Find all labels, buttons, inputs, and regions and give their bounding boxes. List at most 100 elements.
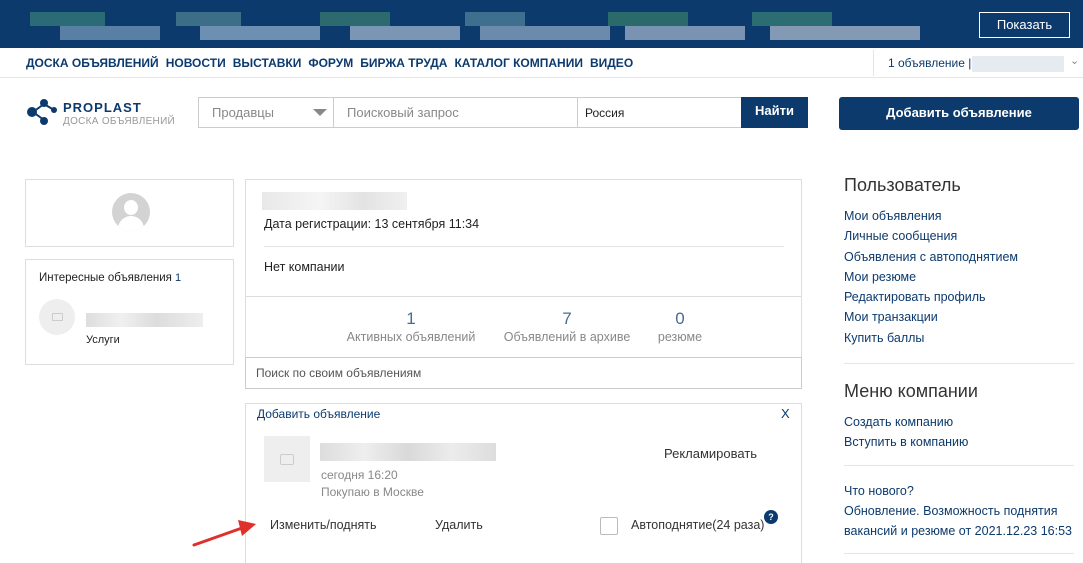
nav-link-video[interactable]: ВИДЕО — [590, 56, 633, 70]
logo-subtitle: ДОСКА ОБЪЯВЛЕНИЙ — [63, 116, 176, 127]
autoraise-checkbox[interactable] — [600, 517, 618, 535]
blurred-ad-content — [320, 12, 390, 26]
create-company-link[interactable]: Создать компанию — [844, 412, 978, 432]
stat-label: Активных объявлений — [346, 330, 476, 344]
buy-points-link[interactable]: Купить баллы — [844, 328, 1018, 348]
avatar[interactable] — [112, 193, 150, 231]
stat-active[interactable]: 1 Активных объявлений — [345, 309, 477, 344]
edit-raise-link[interactable]: Изменить/поднять — [270, 518, 377, 532]
add-ad-button[interactable]: Добавить объявление — [839, 97, 1079, 130]
promote-link[interactable]: Рекламировать — [664, 446, 757, 461]
ad-thumbnail[interactable] — [39, 299, 75, 335]
company-menu-links: Создать компанию Вступить в компанию — [844, 412, 978, 453]
edit-profile-link[interactable]: Редактировать профиль — [844, 287, 1018, 307]
news-block: Что нового? Обновление. Возможность подн… — [844, 481, 1079, 541]
close-button[interactable]: X — [781, 406, 790, 421]
blurred-ad-content — [752, 12, 832, 26]
proplast-logo-icon[interactable] — [26, 96, 58, 128]
join-company-link[interactable]: Вступить в компанию — [844, 432, 978, 452]
blurred-ad-content — [176, 12, 241, 26]
search-button[interactable]: Найти — [741, 97, 808, 128]
ad-date: сегодня 16:20 — [321, 468, 398, 482]
ad-card: Добавить объявление X Рекламировать сего… — [245, 403, 802, 563]
user-ads-count[interactable]: 1 объявление | — [888, 56, 971, 70]
user-menu-title: Пользователь — [844, 175, 961, 195]
own-ads-search-input[interactable]: Поиск по своим объявлениям — [245, 357, 802, 389]
divider — [844, 363, 1074, 364]
nav-divider — [873, 50, 874, 76]
avatar-body — [118, 216, 144, 231]
blurred-username[interactable] — [972, 56, 1064, 72]
nav-link-news[interactable]: НОВОСТИ — [166, 56, 226, 70]
company-menu-title: Меню компании — [844, 381, 978, 401]
user-menu-links: Мои объявления Личные сообщения Объявлен… — [844, 206, 1018, 348]
blurred-ad-content — [608, 12, 688, 26]
blurred-ad-title[interactable] — [320, 443, 496, 461]
divider — [844, 465, 1074, 466]
ad-category: Услуги — [86, 334, 120, 346]
annotation-arrow-icon — [192, 520, 256, 547]
blurred-ad-title[interactable] — [86, 313, 203, 327]
avatar-card — [25, 179, 234, 247]
blurred-ad-content — [465, 12, 525, 26]
messages-link[interactable]: Личные сообщения — [844, 226, 1018, 246]
ad-thumbnail[interactable] — [264, 436, 310, 482]
camera-icon — [52, 313, 63, 321]
search-category-select[interactable]: Продавцы — [199, 98, 334, 127]
stat-value: 0 — [675, 309, 685, 328]
autoraise-ads-link[interactable]: Объявления с автоподнятием — [844, 247, 1018, 267]
nav-link-exhibitions[interactable]: ВЫСТАВКИ — [233, 56, 302, 70]
my-resumes-link[interactable]: Мои резюме — [844, 267, 1018, 287]
ad-location: Покупаю в Москве — [321, 485, 424, 499]
news-title-link[interactable]: Что нового? — [844, 481, 1079, 501]
divider — [264, 246, 784, 247]
blurred-ad-content — [350, 26, 460, 40]
search-bar: Продавцы Поисковый запрос Россия — [198, 97, 806, 128]
profile-card: Дата регистрации: 13 сентября 11:34 Нет … — [245, 179, 802, 296]
blurred-ad-content — [200, 26, 320, 40]
interesting-ads-title[interactable]: Интересные объявления — [39, 272, 172, 284]
delete-link[interactable]: Удалить — [435, 518, 483, 532]
nav-link-board[interactable]: ДОСКА ОБЪЯВЛЕНИЙ — [26, 56, 159, 70]
nav-link-forum[interactable]: ФОРУМ — [308, 56, 353, 70]
main-nav: ДОСКА ОБЪЯВЛЕНИЙ НОВОСТИ ВЫСТАВКИ ФОРУМ … — [0, 48, 1083, 78]
autoraise-label[interactable]: Автоподнятие(24 раза) — [631, 518, 764, 532]
company-status: Нет компании — [264, 260, 345, 274]
stats-card: 1 Активных объявлений 7 Объявлений в арх… — [245, 296, 802, 358]
my-ads-link[interactable]: Мои объявления — [844, 206, 1018, 226]
blurred-ad-content — [770, 26, 920, 40]
company-menu: Меню компании Создать компанию Вступить … — [844, 381, 978, 453]
stat-resumes[interactable]: 0 резюме — [652, 309, 708, 344]
blurred-user-name — [262, 192, 407, 210]
caret-down-icon — [313, 109, 327, 116]
chevron-down-icon[interactable]: ⌄ — [1070, 54, 1079, 67]
stat-label: резюме — [657, 330, 703, 344]
blurred-ad-content — [625, 26, 745, 40]
region-input[interactable]: Россия — [578, 98, 738, 127]
stat-value: 1 — [406, 309, 416, 328]
logo-title[interactable]: PROPLAST — [63, 100, 142, 115]
my-transactions-link[interactable]: Мои транзакции — [844, 307, 1018, 327]
add-ad-link[interactable]: Добавить объявление — [257, 407, 380, 421]
blurred-ad-content — [60, 26, 160, 40]
blurred-ad-content — [480, 26, 610, 40]
user-menu: Пользователь Мои объявления Личные сообщ… — [844, 175, 1018, 348]
help-icon[interactable]: ? — [764, 510, 778, 524]
search-category-value: Продавцы — [212, 105, 275, 120]
stat-label: Объявлений в архиве — [503, 330, 631, 344]
divider — [844, 553, 1074, 554]
top-banner: Показать — [0, 0, 1083, 48]
nav-link-jobs[interactable]: БИРЖА ТРУДА — [360, 56, 447, 70]
interesting-ads-count: 1 — [175, 272, 182, 284]
camera-icon — [280, 454, 294, 465]
stat-value: 7 — [562, 309, 572, 328]
stat-archive[interactable]: 7 Объявлений в архиве — [501, 309, 633, 344]
registration-date: Дата регистрации: 13 сентября 11:34 — [264, 217, 480, 231]
show-button[interactable]: Показать — [979, 12, 1070, 38]
nav-links: ДОСКА ОБЪЯВЛЕНИЙ НОВОСТИ ВЫСТАВКИ ФОРУМ … — [26, 56, 640, 70]
news-item-link[interactable]: Обновление. Возможность поднятия ваканси… — [844, 501, 1079, 541]
avatar-head — [124, 200, 138, 215]
interesting-ads-card: Интересные объявления 1 Услуги — [25, 259, 234, 365]
search-input[interactable]: Поисковый запрос — [334, 98, 578, 127]
nav-link-catalog[interactable]: КАТАЛОГ КОМПАНИИ — [454, 56, 583, 70]
